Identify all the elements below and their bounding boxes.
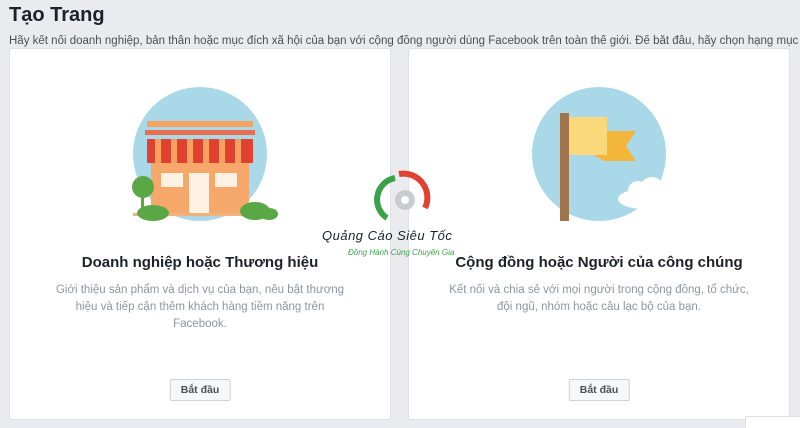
- corner-panel: [745, 416, 800, 428]
- storefront-icon: [132, 87, 278, 221]
- card-description: Giới thiệu sản phẩm và dịch vụ của bạn, …: [55, 284, 345, 330]
- flag-icon: [532, 87, 670, 221]
- brand-logo-icon: [374, 170, 431, 221]
- watermark-name: Quảng Cáo Siêu Tốc: [322, 228, 453, 243]
- watermark-slogan: Đồng Hành Cùng Chuyên Gia: [348, 248, 455, 257]
- card-description: Kết nối và chia sẻ với mọi người trong c…: [449, 284, 749, 313]
- start-button-business[interactable]: Bắt đầu: [169, 379, 231, 401]
- watermark: Quảng Cáo Siêu Tốc Đồng Hành Cùng Chuyên…: [322, 168, 482, 268]
- start-button-community[interactable]: Bắt đầu: [568, 379, 630, 401]
- page-title: Tạo Trang: [9, 4, 105, 26]
- page-subtitle: Hãy kết nối doanh nghiệp, bản thân hoặc …: [9, 35, 799, 47]
